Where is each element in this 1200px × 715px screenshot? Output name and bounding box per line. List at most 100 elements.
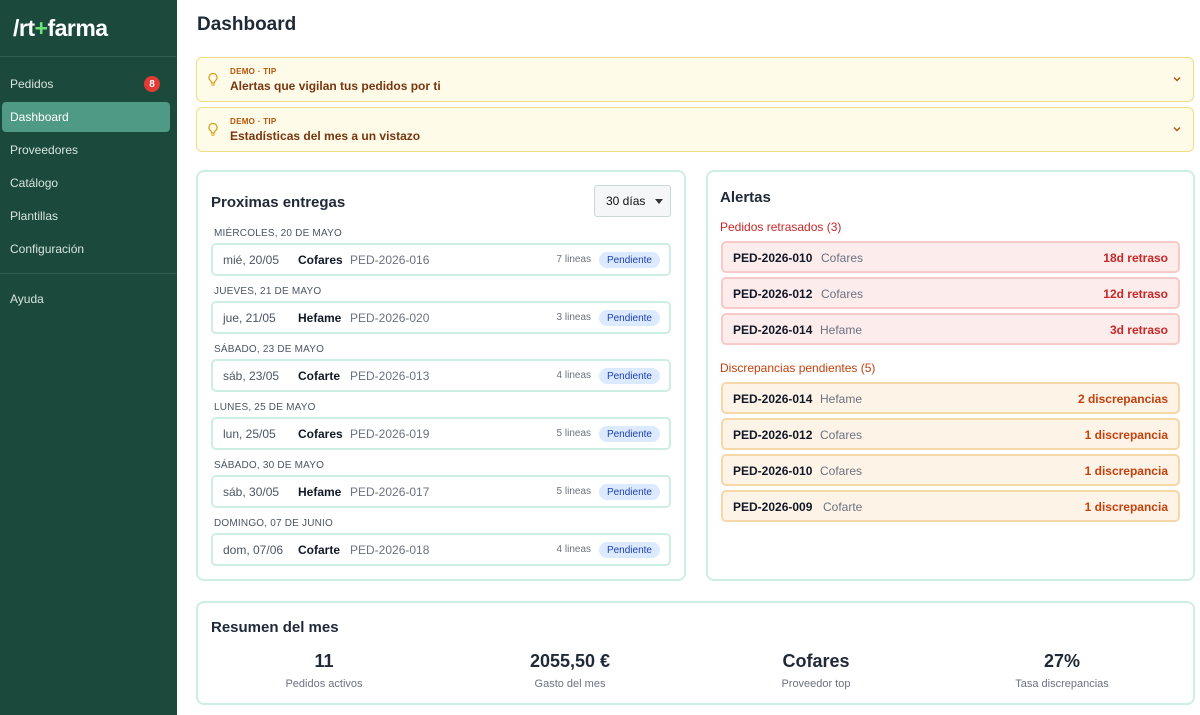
sidebar-divider bbox=[0, 273, 177, 274]
alert-provider: Cofarte bbox=[823, 500, 863, 514]
sidebar-item-ayuda[interactable]: Ayuda bbox=[2, 284, 170, 314]
entrega-date: jue, 21/05 bbox=[223, 311, 276, 325]
entrega-row[interactable]: jue, 21/05 Hefame PED-2026-020 3 lineas … bbox=[211, 301, 671, 334]
tip-tag: DEMO · TIP bbox=[230, 67, 277, 76]
entrega-row[interactable]: dom, 07/06 Cofarte PED-2026-018 4 lineas… bbox=[211, 533, 671, 566]
alert-value: 1 discrepancia bbox=[1084, 428, 1168, 442]
status-badge: Pendiente bbox=[598, 310, 660, 326]
alert-row-discrepancia[interactable]: PED-2026-009 Cofarte 1 discrepancia bbox=[721, 490, 1180, 522]
chevron-down-icon[interactable] bbox=[1171, 123, 1183, 135]
sidebar-item-label: Ayuda bbox=[10, 292, 44, 306]
entrega-lines: 5 lineas bbox=[556, 428, 591, 439]
sidebar-item-plantillas[interactable]: Plantillas bbox=[2, 201, 170, 231]
sidebar-item-label: Catálogo bbox=[10, 176, 59, 190]
entrega-date: lun, 25/05 bbox=[223, 427, 276, 441]
alert-row-discrepancia[interactable]: PED-2026-014 Hefame 2 discrepancias bbox=[721, 382, 1180, 414]
entrega-order: PED-2026-013 bbox=[350, 369, 430, 383]
status-badge: Pendiente bbox=[598, 368, 660, 384]
tip-message: Alertas que vigilan tus pedidos por ti bbox=[230, 79, 441, 93]
sidebar-nav: Pedidos 8 Dashboard Proveedores Catálogo… bbox=[0, 57, 177, 314]
entrega-lines: 3 lineas bbox=[556, 312, 591, 323]
lightbulb-icon bbox=[208, 72, 218, 86]
alertas-card: Alertas Pedidos retrasados (3) PED-2026-… bbox=[706, 170, 1195, 581]
stat-pedidos-activos: 11 Pedidos activos bbox=[201, 651, 447, 690]
entrega-provider: Cofarte bbox=[298, 369, 341, 383]
entrega-provider: Hefame bbox=[298, 311, 342, 325]
stat-label: Proveedor top bbox=[781, 678, 851, 690]
brand-suffix: farma bbox=[47, 14, 108, 41]
stat-gasto-mes: 2055,50 € Gasto del mes bbox=[447, 651, 693, 690]
stat-value: 11 bbox=[314, 651, 334, 671]
sidebar-item-label: Configuración bbox=[10, 242, 85, 256]
alert-provider: Cofares bbox=[821, 287, 864, 301]
brand-plus: + bbox=[34, 14, 48, 41]
entrega-row[interactable]: mié, 20/05 Cofares PED-2026-016 7 lineas… bbox=[211, 243, 671, 276]
entrega-provider: Cofares bbox=[298, 427, 343, 441]
alertas-title: Alertas bbox=[720, 189, 771, 206]
alert-value: 2 discrepancias bbox=[1077, 392, 1168, 406]
entrega-date: mié, 20/05 bbox=[223, 253, 280, 267]
alert-value: 12d retraso bbox=[1103, 287, 1168, 301]
status-badge: Pendiente bbox=[598, 542, 660, 558]
sidebar-item-catalogo[interactable]: Catálogo bbox=[2, 168, 170, 198]
sidebar-item-dashboard[interactable]: Dashboard bbox=[2, 102, 170, 132]
entrega-lines: 4 lineas bbox=[556, 544, 591, 555]
alert-order: PED-2026-010 bbox=[733, 251, 813, 265]
stat-value: 27% bbox=[1043, 651, 1081, 671]
sidebar: /rt + farma Pedidos 8 Dashboard Proveedore… bbox=[0, 0, 177, 715]
day-label: SÁBADO, 30 DE MAYO bbox=[214, 460, 325, 471]
stat-proveedor-top: Cofares Proveedor top bbox=[693, 651, 939, 690]
discrepancias-title: Discrepancias pendientes (5) bbox=[720, 361, 876, 375]
resumen-card: Resumen del mes 11 Pedidos activos 2055,… bbox=[196, 601, 1195, 705]
sidebar-item-label: Proveedores bbox=[10, 143, 79, 157]
chevron-down-icon[interactable] bbox=[1171, 73, 1183, 85]
alert-row-retraso[interactable]: PED-2026-012 Cofares 12d retraso bbox=[721, 277, 1180, 309]
entrega-date: sáb, 30/05 bbox=[223, 485, 280, 499]
entrega-row[interactable]: lun, 25/05 Cofares PED-2026-019 5 lineas… bbox=[211, 417, 671, 450]
alert-value: 18d retraso bbox=[1103, 251, 1168, 265]
brand-logo[interactable]: /rt + farma bbox=[0, 0, 177, 57]
alert-row-retraso[interactable]: PED-2026-014 Hefame 3d retraso bbox=[721, 313, 1180, 345]
lightbulb-icon bbox=[208, 122, 218, 136]
alert-order: PED-2026-010 bbox=[733, 464, 813, 478]
page-title: Dashboard bbox=[197, 14, 297, 35]
sidebar-item-pedidos[interactable]: Pedidos 8 bbox=[2, 69, 170, 99]
retrasados-title: Pedidos retrasados (3) bbox=[720, 220, 842, 234]
stat-label: Tasa discrepancias bbox=[1015, 678, 1109, 690]
sidebar-item-proveedores[interactable]: Proveedores bbox=[2, 135, 170, 165]
alert-value: 3d retraso bbox=[1109, 323, 1168, 337]
entrega-provider: Cofarte bbox=[298, 543, 341, 557]
alert-provider: Cofares bbox=[820, 464, 863, 478]
entrega-order: PED-2026-017 bbox=[350, 485, 430, 499]
entrega-order: PED-2026-019 bbox=[350, 427, 430, 441]
alert-provider: Hefame bbox=[820, 392, 863, 406]
demo-tip-estadisticas[interactable]: DEMO · TIP Estadísticas del mes a un vis… bbox=[196, 107, 1194, 152]
sidebar-item-label: Pedidos bbox=[10, 77, 54, 91]
day-label: SÁBADO, 23 DE MAYO bbox=[214, 344, 325, 355]
alert-provider: Cofares bbox=[820, 428, 863, 442]
entrega-row[interactable]: sáb, 23/05 Cofarte PED-2026-013 4 lineas… bbox=[211, 359, 671, 392]
alert-order: PED-2026-014 bbox=[733, 323, 813, 337]
main-content: Dashboard DEMO · TIP Alertas que vigilan… bbox=[177, 0, 1200, 715]
alert-row-retraso[interactable]: PED-2026-010 Cofares 18d retraso bbox=[721, 241, 1180, 273]
caret-down-icon bbox=[655, 199, 663, 204]
sidebar-item-label: Dashboard bbox=[10, 110, 69, 124]
day-label: DOMINGO, 07 DE JUNIO bbox=[214, 518, 334, 529]
stat-value: Cofares bbox=[782, 651, 850, 671]
range-select[interactable]: 30 días bbox=[594, 185, 671, 217]
demo-tip-alertas[interactable]: DEMO · TIP Alertas que vigilan tus pedid… bbox=[196, 57, 1194, 102]
alert-order: PED-2026-014 bbox=[733, 392, 813, 406]
entrega-provider: Cofares bbox=[298, 253, 343, 267]
alert-order: PED-2026-012 bbox=[733, 428, 813, 442]
alert-row-discrepancia[interactable]: PED-2026-012 Cofares 1 discrepancia bbox=[721, 418, 1180, 450]
entrega-date: sáb, 23/05 bbox=[223, 369, 280, 383]
sidebar-item-configuracion[interactable]: Configuración bbox=[2, 234, 170, 264]
tip-message: Estadísticas del mes a un vistazo bbox=[230, 129, 421, 143]
entrega-row[interactable]: sáb, 30/05 Hefame PED-2026-017 5 lineas … bbox=[211, 475, 671, 508]
status-badge: Pendiente bbox=[598, 484, 660, 500]
alert-row-discrepancia[interactable]: PED-2026-010 Cofares 1 discrepancia bbox=[721, 454, 1180, 486]
entrega-order: PED-2026-020 bbox=[350, 311, 430, 325]
day-label: MIÉRCOLES, 20 DE MAYO bbox=[214, 228, 342, 239]
stat-value: 2055,50 € bbox=[529, 651, 611, 671]
alert-value: 1 discrepancia bbox=[1084, 464, 1168, 478]
